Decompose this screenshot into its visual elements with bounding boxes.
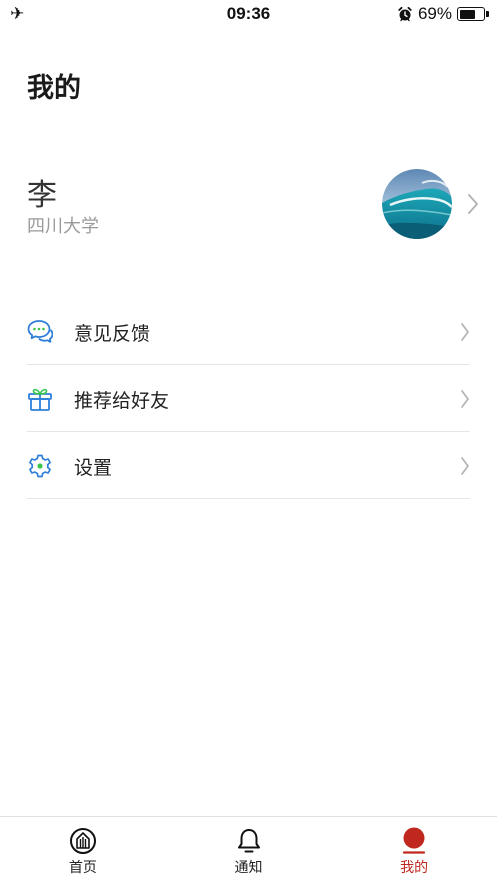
menu-item-label: 设置 — [74, 457, 113, 479]
profile-name: 李 — [27, 178, 57, 213]
menu-item-feedback[interactable]: 意见反馈 — [27, 298, 470, 365]
menu-item-label: 推荐给好友 — [74, 390, 170, 412]
gear-icon — [29, 454, 51, 478]
menu-item-label: 意见反馈 — [74, 323, 151, 345]
status-bar: ✈ 09:36 69% — [0, 0, 497, 28]
tab-bar: 首页 通知 我的 — [0, 816, 497, 883]
chevron-right-icon — [461, 390, 469, 408]
tab-home[interactable]: 首页 — [0, 817, 166, 883]
chevron-right-icon — [468, 194, 478, 214]
page-title: 我的 — [27, 73, 81, 104]
menu-item-settings[interactable]: 设置 — [27, 432, 470, 499]
chat-bubbles-icon — [27, 320, 53, 343]
tab-mine[interactable]: 我的 — [331, 817, 497, 883]
profile-dot-icon — [403, 827, 426, 854]
battery-fill — [459, 9, 476, 19]
status-right: 69% — [397, 4, 489, 24]
menu-list: 意见反馈 推荐给好友 设置 — [27, 298, 470, 499]
battery-icon — [457, 6, 489, 22]
battery-percent: 69% — [417, 4, 452, 23]
gift-icon — [28, 388, 52, 411]
chevron-right-icon — [461, 323, 469, 341]
avatar[interactable] — [382, 169, 452, 239]
alarm-icon — [398, 6, 412, 22]
chevron-right-icon — [461, 457, 469, 475]
tab-label: 通知 — [234, 860, 263, 876]
tab-label: 首页 — [68, 860, 97, 876]
tab-notifications[interactable]: 通知 — [166, 817, 332, 883]
tab-label: 我的 — [400, 860, 429, 876]
bell-icon — [237, 829, 260, 853]
menu-item-recommend[interactable]: 推荐给好友 — [27, 365, 470, 432]
profile-card[interactable]: 李 四川大学 — [0, 160, 497, 250]
home-circle-icon — [69, 828, 96, 854]
profile-school: 四川大学 — [27, 216, 99, 237]
